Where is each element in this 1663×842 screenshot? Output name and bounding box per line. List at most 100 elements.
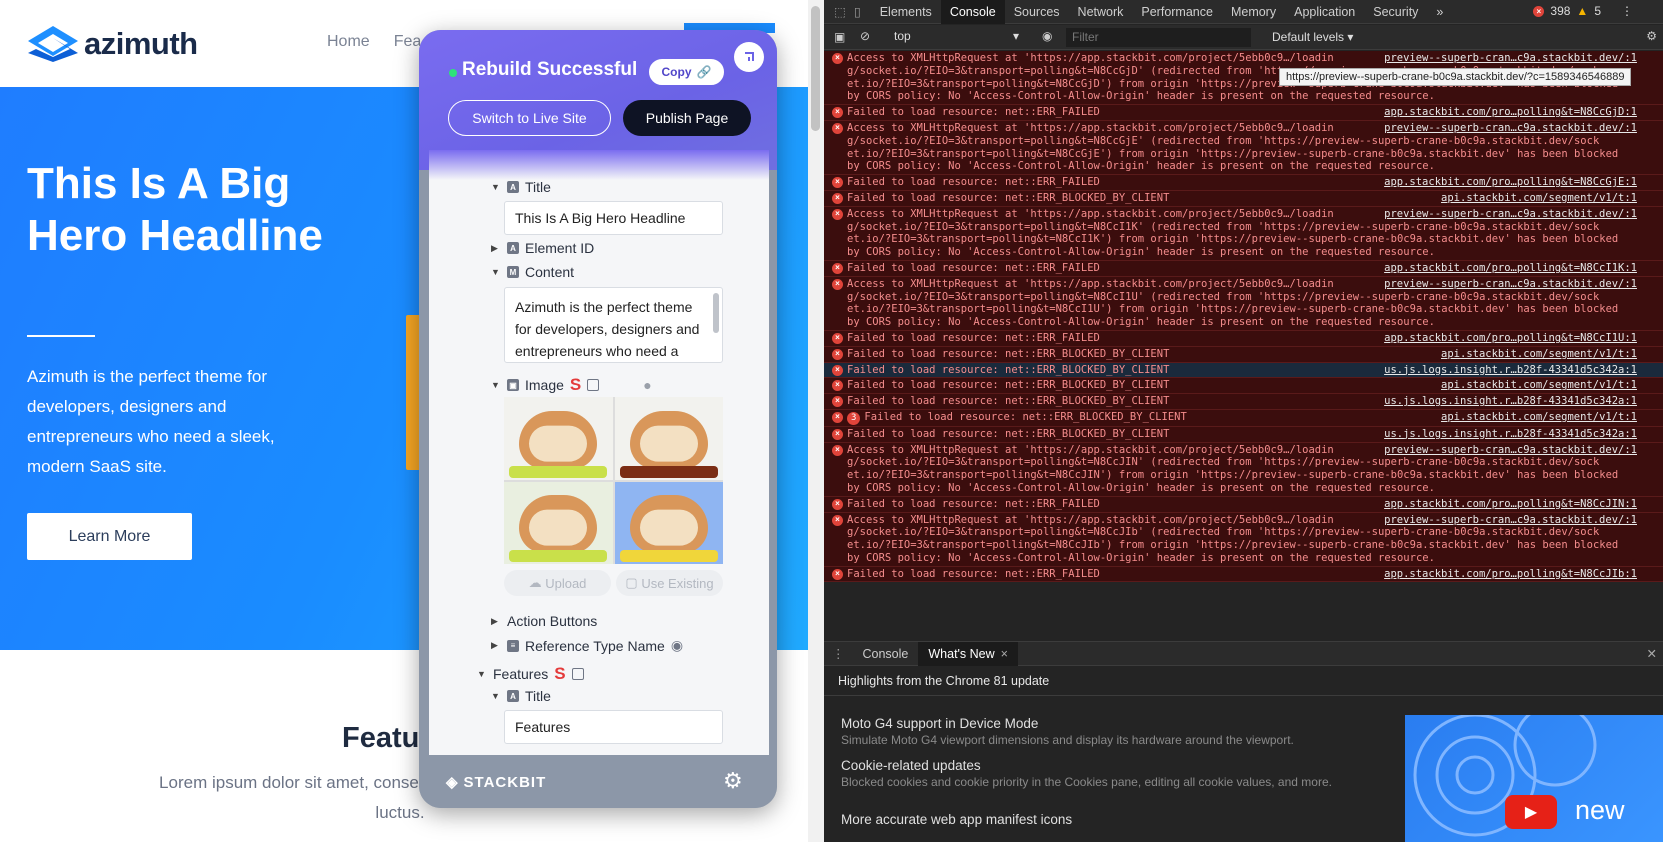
message-source-link[interactable]: api.stackbit.com/segment/v1/t:1: [1441, 348, 1637, 361]
console-error-message[interactable]: × app.stackbit.com/pro…polling&t=N8CcJIb:…: [824, 566, 1663, 583]
more-tabs-chevron-icon[interactable]: »: [1427, 0, 1452, 24]
features-title-input[interactable]: Features: [504, 710, 723, 744]
console-error-message[interactable]: × preview--superb-cran…c9a.stackbit.dev/:…: [824, 276, 1663, 331]
nav-features[interactable]: Fea: [394, 33, 422, 51]
collapse-panel-button[interactable]: [734, 42, 764, 72]
console-error-message[interactable]: × us.js.logs.insight.r…b28f-43341d5c342a:…: [824, 394, 1663, 410]
console-error-message[interactable]: × api.stackbit.com/segment/v1/t:1 3 Failed …: [824, 409, 1663, 427]
tab-security[interactable]: Security: [1364, 0, 1427, 24]
message-source-link[interactable]: preview--superb-cran…c9a.stackbit.dev/:1: [1384, 122, 1637, 135]
external-link-icon[interactable]: [571, 668, 584, 680]
message-source-link[interactable]: us.js.logs.insight.r…b28f-43341d5c342a:1: [1384, 395, 1637, 408]
message-source-link[interactable]: app.stackbit.com/pro…polling&t=N8CcJIb:1: [1384, 568, 1637, 581]
message-source-link[interactable]: app.stackbit.com/pro…polling&t=N8CcGjE:1: [1384, 176, 1637, 189]
image-preview[interactable]: [504, 397, 723, 564]
element-id-field-header[interactable]: ▶ A Element ID: [491, 240, 594, 256]
close-drawer-icon[interactable]: ✕: [1647, 646, 1657, 661]
console-error-message[interactable]: × us.js.logs.insight.r…b28f-43341d5c342a:…: [824, 426, 1663, 443]
tab-memory[interactable]: Memory: [1222, 0, 1285, 24]
message-source-link[interactable]: app.stackbit.com/pro…polling&t=N8CcGjD:1: [1384, 106, 1637, 119]
console-error-message[interactable]: × preview--superb-cran…c9a.stackbit.dev/:…: [824, 120, 1663, 176]
console-error-message[interactable]: × app.stackbit.com/pro…polling&t=N8CcI1K:…: [824, 260, 1663, 277]
console-error-message[interactable]: × api.stackbit.com/segment/v1/t:1 Failed t…: [824, 346, 1663, 363]
site-logo[interactable]: azimuth: [26, 24, 198, 64]
console-error-message[interactable]: × app.stackbit.com/pro…polling&t=N8CcI1U:…: [824, 330, 1663, 347]
console-error-message[interactable]: × preview--superb-cran…c9a.stackbit.dev/:…: [824, 442, 1663, 497]
tab-network[interactable]: Network: [1069, 0, 1133, 24]
console-settings-icon[interactable]: ⚙: [1646, 29, 1657, 43]
drawer-menu-icon[interactable]: ⋮: [824, 646, 853, 661]
nav-home[interactable]: Home: [327, 33, 370, 51]
external-link-icon[interactable]: [587, 379, 600, 391]
whats-new-item[interactable]: More accurate web app manifest icons: [841, 812, 1351, 827]
message-source-link[interactable]: preview--superb-cran…c9a.stackbit.dev/:1: [1384, 444, 1637, 457]
tab-console[interactable]: Console: [940, 0, 1005, 24]
message-source-link[interactable]: us.js.logs.insight.r…b28f-43341d5c342a:1: [1384, 428, 1637, 441]
message-source-link[interactable]: preview--superb-cran…c9a.stackbit.dev/:1: [1384, 208, 1637, 221]
message-source-link[interactable]: api.stackbit.com/segment/v1/t:1: [1441, 411, 1637, 424]
inspect-element-icon[interactable]: ⬚: [834, 4, 846, 19]
action-buttons-header[interactable]: ▶ Action Buttons: [491, 613, 597, 629]
console-error-message[interactable]: × preview--superb-cran…c9a.stackbit.dev/:…: [824, 206, 1663, 261]
filter-input[interactable]: Filter: [1066, 28, 1251, 47]
whats-new-item-title: Cookie-related updates: [841, 758, 981, 773]
whats-new-item[interactable]: Cookie-related updates Blocked cookies a…: [841, 758, 1351, 789]
message-source-link[interactable]: api.stackbit.com/segment/v1/t:1: [1441, 192, 1637, 205]
issue-counters[interactable]: × 398 ▲ 5 ⋮: [1533, 4, 1633, 18]
context-select[interactable]: top ▾: [894, 29, 1019, 46]
title-field-header[interactable]: ▼ A Title: [491, 179, 551, 195]
tab-sources[interactable]: Sources: [1005, 0, 1069, 24]
message-source-link[interactable]: app.stackbit.com/pro…polling&t=N8CcJIN:1: [1384, 498, 1637, 511]
kebab-menu-icon[interactable]: ⋮: [1621, 4, 1633, 18]
image-field-header[interactable]: ▼ ▣ Image S ●: [491, 375, 652, 395]
message-source-link[interactable]: preview--superb-cran…c9a.stackbit.dev/:1: [1384, 52, 1637, 65]
console-error-message[interactable]: × app.stackbit.com/pro…polling&t=N8CcJIN:…: [824, 496, 1663, 513]
use-existing-button[interactable]: ▢ Use Existing: [616, 570, 723, 596]
console-error-message[interactable]: × api.stackbit.com/segment/v1/t:1 Failed t…: [824, 190, 1663, 207]
settings-gear-icon[interactable]: ⚙: [723, 768, 743, 794]
live-expression-eye-icon[interactable]: ◉: [1042, 29, 1052, 43]
content-field-header[interactable]: ▼ M Content: [491, 264, 574, 280]
content-textarea[interactable]: Azimuth is the perfect theme for develop…: [504, 287, 723, 363]
console-error-message[interactable]: × app.stackbit.com/pro…polling&t=N8CcGjE:…: [824, 175, 1663, 191]
sidebar-toggle-icon[interactable]: ▣: [834, 30, 845, 44]
close-tab-icon[interactable]: ×: [1001, 647, 1008, 661]
log-levels-select[interactable]: Default levels ▾: [1272, 30, 1353, 44]
stackbit-s-icon[interactable]: S: [570, 375, 581, 395]
message-source-link[interactable]: preview--superb-cran…c9a.stackbit.dev/:1: [1384, 278, 1637, 291]
tab-application[interactable]: Application: [1285, 0, 1364, 24]
reference-type-header[interactable]: ▶ ≡ Reference Type Name ◉: [491, 637, 683, 654]
site-scrollbar-thumb[interactable]: [811, 6, 820, 131]
message-source-link[interactable]: app.stackbit.com/pro…polling&t=N8CcI1K:1: [1384, 262, 1637, 275]
switch-to-live-button[interactable]: Switch to Live Site: [448, 100, 611, 136]
message-source-link[interactable]: app.stackbit.com/pro…polling&t=N8CcI1U:1: [1384, 332, 1637, 345]
message-source-link[interactable]: api.stackbit.com/segment/v1/t:1: [1441, 379, 1637, 392]
copy-button[interactable]: Copy 🔗: [649, 59, 724, 85]
clear-console-icon[interactable]: ⊘: [860, 29, 870, 43]
device-toolbar-icon[interactable]: ▯: [854, 4, 861, 19]
tab-elements[interactable]: Elements: [871, 0, 941, 24]
tab-performance[interactable]: Performance: [1132, 0, 1222, 24]
hidden-eye-icon[interactable]: ◉: [671, 637, 683, 654]
dot-indicator-icon: ●: [643, 377, 652, 393]
console-error-message[interactable]: × us.js.logs.insight.r…b28f-43341d5c342a:…: [824, 362, 1663, 379]
console-error-message[interactable]: × api.stackbit.com/segment/v1/t:1 Failed t…: [824, 378, 1663, 395]
console-error-message[interactable]: × app.stackbit.com/pro…polling&t=N8CcGjD:…: [824, 105, 1663, 121]
whats-new-video-thumbnail[interactable]: ▶ new: [1405, 715, 1663, 842]
title-input[interactable]: This Is A Big Hero Headline: [504, 201, 723, 235]
console-error-message[interactable]: × preview--superb-cran…c9a.stackbit.dev/:…: [824, 512, 1663, 567]
error-icon: ×: [832, 192, 843, 204]
features-section-header[interactable]: ▼ Features S: [477, 664, 584, 684]
youtube-play-icon[interactable]: ▶: [1505, 795, 1557, 829]
message-source-link[interactable]: us.js.logs.insight.r…b28f-43341d5c342a:1: [1384, 364, 1637, 377]
whats-new-item[interactable]: Moto G4 support in Device Mode Simulate …: [841, 716, 1351, 747]
features-title-header[interactable]: ▼ A Title: [491, 688, 551, 704]
drawer-tab-whats-new[interactable]: What's New ×: [918, 641, 1018, 666]
publish-page-button[interactable]: Publish Page: [623, 100, 751, 136]
learn-more-button[interactable]: Learn More: [27, 513, 192, 560]
drawer-tab-console[interactable]: Console: [853, 642, 919, 666]
message-source-link[interactable]: preview--superb-cran…c9a.stackbit.dev/:1: [1384, 514, 1637, 527]
stackbit-s-icon[interactable]: S: [554, 664, 565, 684]
upload-button[interactable]: ☁ Upload: [504, 570, 611, 596]
textarea-scrollbar[interactable]: [713, 293, 719, 333]
